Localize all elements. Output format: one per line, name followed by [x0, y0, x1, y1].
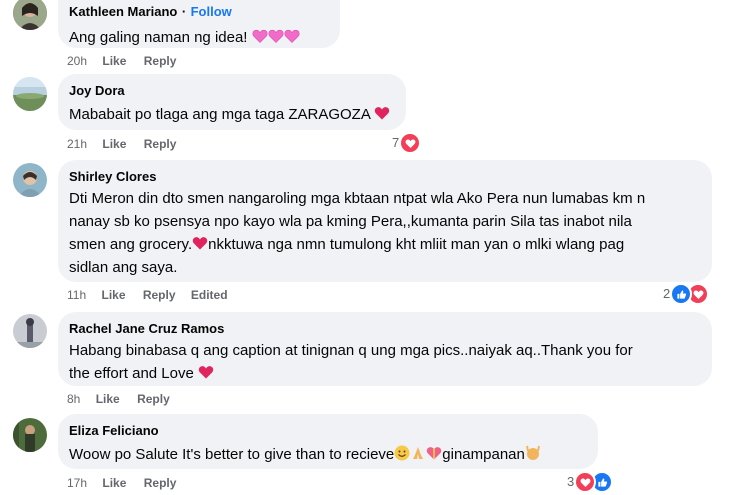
comment-line-a: smen ang grocery. [69, 236, 193, 253]
like-button[interactable]: Like [96, 392, 120, 406]
reaction-summary[interactable]: 3 [567, 471, 614, 493]
comment-text: Mababait po tlaga ang mga taga ZARAGOZA [69, 103, 394, 126]
pink-heart-2 [268, 29, 284, 43]
comment-meta: 11h Like Reply Edited [67, 287, 240, 303]
comment-line: Dti Meron din dto smen nangaroling mga k… [69, 190, 646, 207]
comment-line: the effort and Love [69, 362, 700, 385]
pink-heart-3 [284, 29, 300, 43]
comment-bubble: Kathleen Mariano · Follow Ang galing nam… [58, 0, 340, 48]
avatar[interactable] [13, 163, 47, 197]
author-name[interactable]: Shirley Clores [69, 168, 700, 185]
heart-gift-icon [427, 447, 442, 460]
love-glyph [405, 138, 416, 148]
reaction-count: 7 [392, 135, 400, 150]
red-heart-icon [198, 366, 214, 379]
edited-label: Edited [190, 288, 228, 302]
comment-meta: 17h Like Reply [67, 475, 188, 491]
reaction-summary[interactable]: 7 [392, 132, 422, 154]
smile-emoji-icon [394, 445, 410, 461]
comment-line: Habang binabasa q ang caption at tinigna… [69, 342, 633, 359]
separator: · [181, 4, 187, 19]
thumbs-up-glyph [598, 477, 607, 487]
comment-text-body: Ang galing naman ng idea! [69, 29, 248, 46]
comment-bubble: Joy Dora Mababait po tlaga ang mga taga … [58, 74, 406, 130]
avatar[interactable] [13, 314, 47, 348]
like-button[interactable]: Like [102, 476, 126, 490]
red-heart-icon [375, 107, 390, 120]
timestamp[interactable]: 21h [67, 137, 87, 151]
avatar[interactable] [13, 418, 47, 452]
timestamp[interactable]: 11h [67, 288, 86, 302]
comment-meta: 8h Like Reply [67, 391, 182, 407]
raising-hands-icon [525, 445, 540, 460]
author-name[interactable]: Eliza Feliciano [69, 422, 586, 439]
avatar-photo [13, 0, 47, 30]
reply-button[interactable]: Reply [137, 392, 170, 406]
pink-heart-1 [252, 29, 268, 43]
reply-button[interactable]: Reply [144, 137, 177, 151]
comment-bubble: Shirley Clores Dti Meron din dto smen na… [58, 160, 712, 282]
timestamp[interactable]: 17h [67, 476, 87, 490]
timestamp[interactable]: 20h [67, 54, 87, 68]
comment-meta: 20h Like Reply [67, 53, 188, 69]
comment-text-b: ginampanan [442, 446, 525, 463]
reaction-summary[interactable]: 2 [663, 283, 710, 305]
red-heart-icon [192, 237, 208, 250]
reply-button[interactable]: Reply [144, 54, 177, 68]
avatar-photo [13, 418, 47, 452]
like-button[interactable]: Like [102, 54, 126, 68]
like-button[interactable]: Like [102, 137, 126, 151]
like-button[interactable]: Like [101, 288, 125, 302]
comment-line-a: the effort and Love [69, 365, 194, 382]
comment-line: smen ang grocery. nkktuwa nga nmn tumulon… [69, 233, 700, 256]
thumbs-up-glyph [677, 289, 686, 299]
comment-bubble: Eliza Feliciano Woow po Salute It's bett… [58, 414, 598, 469]
avatar[interactable] [13, 0, 47, 30]
love-reaction-icon [399, 132, 422, 154]
avatar-photo [13, 77, 47, 111]
comment-bubble: Rachel Jane Cruz Ramos Habang binabasa q… [58, 312, 712, 386]
author-name[interactable]: Rachel Jane Cruz Ramos [69, 320, 700, 337]
follow-button[interactable]: Follow [191, 4, 232, 19]
love-glyph [693, 289, 704, 299]
praying-hands-icon [413, 447, 424, 459]
avatar-photo [13, 314, 47, 348]
timestamp[interactable]: 8h [67, 392, 80, 406]
comment-line-b: nkktuwa nga nmn tumulong kht mliit man y… [208, 236, 625, 253]
avatar[interactable] [13, 77, 47, 111]
comment-text: Woow po Salute It's better to give than … [69, 443, 586, 466]
love-glyph [580, 477, 591, 487]
comment-text-body: Mababait po tlaga ang mga taga ZARAGOZA [69, 106, 371, 123]
like-reaction-icon [670, 283, 693, 305]
pink-heart-icon [252, 29, 300, 46]
reply-button[interactable]: Reply [144, 476, 177, 490]
comment-text: Ang galing naman ng idea! [69, 26, 328, 49]
author-name[interactable]: Kathleen Mariano [69, 4, 177, 19]
comment-text: Dti Meron din dto smen nangaroling mga k… [69, 187, 700, 279]
reaction-count: 3 [567, 474, 575, 489]
reaction-count: 2 [663, 286, 671, 301]
comment-line: nanay sb ko psensya npo kayo wla pa kmin… [69, 213, 632, 230]
avatar-photo [13, 163, 47, 197]
love-reaction-icon [574, 471, 597, 493]
comment-text: Habang binabasa q ang caption at tinigna… [69, 339, 700, 385]
comment-meta: 21h Like Reply [67, 136, 188, 152]
reply-button[interactable]: Reply [143, 288, 176, 302]
author-name[interactable]: Joy Dora [69, 82, 394, 99]
comment-line: sidlan ang saya. [69, 259, 178, 276]
comment-text-a: Woow po Salute It's better to give than … [69, 446, 395, 463]
